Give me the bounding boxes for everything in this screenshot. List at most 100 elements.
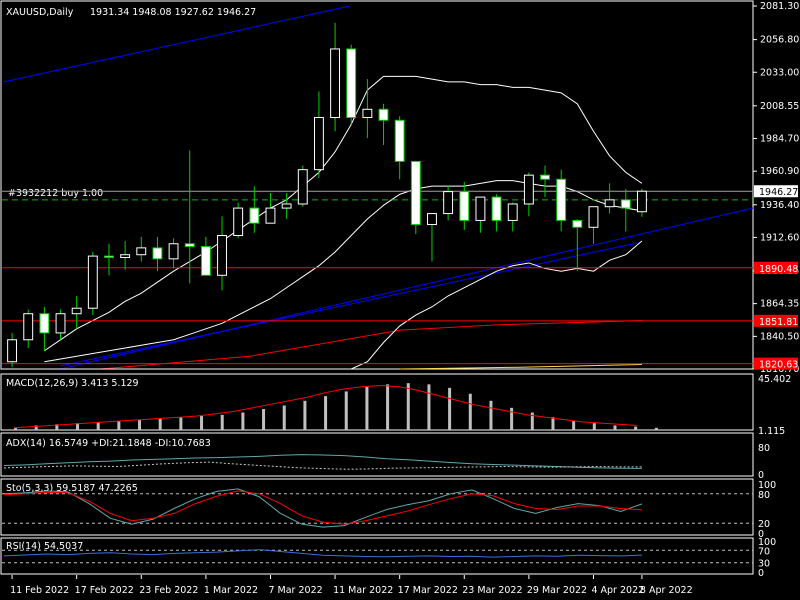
candle-body — [200, 245, 211, 276]
candle-body — [443, 191, 454, 215]
candle-body — [475, 196, 486, 221]
candle-body — [87, 255, 98, 309]
macd-histogram-bar — [241, 412, 245, 430]
macd-title: MACD(12,26,9) 3.413 5.129 — [6, 378, 139, 389]
price-tick-label: 2008.55 — [760, 101, 799, 112]
candle-body — [523, 174, 534, 205]
macd-histogram-bar — [406, 383, 410, 430]
candle-body — [23, 313, 34, 341]
macd-histogram-bar — [200, 416, 204, 430]
candle-body — [556, 178, 567, 221]
candle-body — [120, 254, 131, 258]
adx-scale-label: 80 — [758, 443, 770, 454]
candle-body — [313, 117, 324, 171]
position-label: #3932212 buy 1.00 — [8, 188, 103, 199]
macd-histogram-bar — [282, 405, 286, 430]
macd-histogram-bar — [572, 420, 576, 430]
trading-chart[interactable]: XAUUSD,Daily 1931.34 1948.08 1927.62 194… — [0, 0, 800, 600]
symbol-title: XAUUSD,Daily — [6, 7, 74, 18]
candle-body — [152, 247, 163, 260]
macd-histogram-bar — [158, 418, 162, 430]
candle-body — [39, 313, 50, 334]
date-tick-label: 17 Mar 2022 — [398, 585, 458, 596]
macd-histogram-bar — [117, 420, 121, 430]
rsi-panel[interactable] — [0, 537, 754, 575]
macd-histogram-bar — [427, 384, 431, 430]
macd-histogram-bar — [634, 426, 638, 430]
rsi-scale-label: 70 — [758, 546, 770, 557]
candle-body — [636, 190, 647, 213]
candle-body — [265, 207, 276, 224]
price-tick-label: 2056.80 — [760, 35, 799, 46]
candle-body — [572, 219, 583, 228]
candle-body — [540, 174, 550, 180]
macd-histogram-bar — [303, 400, 307, 430]
date-tick-label: 23 Mar 2022 — [462, 585, 522, 596]
candle-body — [427, 213, 437, 226]
date-tick-label: 17 Feb 2022 — [75, 585, 134, 596]
candle-body — [330, 48, 341, 119]
candle-body — [394, 119, 405, 162]
candle-body — [362, 108, 373, 119]
macd-histogram-bar — [551, 417, 555, 430]
candle-body — [281, 203, 292, 209]
candle-body — [249, 207, 260, 224]
macd-histogram-bar — [179, 417, 183, 430]
candle-body — [104, 255, 114, 258]
date-tick-label: 4 Apr 2022 — [591, 585, 644, 596]
macd-histogram-bar — [324, 396, 328, 430]
date-tick-label: 11 Mar 2022 — [333, 585, 393, 596]
macd-histogram-bar — [96, 421, 100, 430]
candle-body — [55, 313, 66, 334]
price-tick-label: 1864.35 — [760, 299, 799, 310]
current-price-label: 1946.27 — [759, 187, 798, 198]
adx-title: ADX(14) 16.5749 +DI:21.1848 -DI:10.7683 — [6, 438, 211, 449]
price-tick-label: 2033.00 — [760, 67, 799, 78]
macd-histogram-bar — [489, 400, 493, 430]
price-tick-label: 1912.60 — [760, 232, 799, 243]
date-tick-label: 7 Mar 2022 — [268, 585, 322, 596]
rsi-scale-label: 0 — [758, 568, 764, 579]
macd-scale-label: 45.402 — [758, 374, 791, 385]
candle-body — [71, 307, 82, 315]
candle-body — [184, 243, 195, 247]
price-panel[interactable] — [0, 0, 754, 370]
candle-body — [378, 108, 389, 121]
macd-histogram-bar — [448, 387, 452, 430]
reference-price-label: 1890.48 — [759, 264, 798, 275]
price-tick-label: 1840.50 — [760, 331, 799, 342]
candle-body — [168, 243, 179, 260]
date-axis: 11 Feb 2022 17 Feb 2022 23 Feb 2022 1 Mar 2… — [10, 575, 693, 596]
macd-histogram-bar — [468, 393, 472, 430]
date-tick-label: 1 Mar 2022 — [204, 585, 258, 596]
macd-histogram-bar — [220, 414, 224, 430]
date-tick-label: 11 Feb 2022 — [10, 585, 69, 596]
candle-body — [346, 48, 357, 119]
date-tick-label: 8 Apr 2022 — [640, 585, 693, 596]
candle-body — [491, 196, 502, 221]
macd-histogram-bar — [344, 391, 348, 430]
candle-body — [620, 199, 631, 209]
price-tick-label: 1984.70 — [760, 134, 799, 145]
macd-scale-label: 1.115 — [758, 426, 785, 437]
macd-histogram-bar — [386, 384, 390, 430]
reference-price-label: 1851.81 — [759, 317, 798, 328]
price-tick-label: 1960.90 — [760, 166, 799, 177]
candle-body — [7, 339, 18, 363]
macd-histogram-bar — [592, 423, 596, 430]
candle-body — [410, 160, 421, 226]
reference-price-label: 1820.63 — [759, 360, 798, 371]
candle-body — [588, 206, 599, 228]
macd-histogram-bar — [138, 419, 142, 430]
date-tick-label: 23 Feb 2022 — [139, 585, 198, 596]
date-tick-label: 29 Mar 2022 — [527, 585, 587, 596]
macd-histogram-bar — [365, 386, 369, 430]
price-tick-label: 1936.40 — [760, 200, 799, 211]
candle-body — [459, 191, 470, 221]
macd-histogram-bar — [613, 425, 617, 430]
macd-histogram-bar — [262, 409, 266, 430]
candle-body — [233, 207, 244, 237]
candle-body — [604, 199, 615, 208]
stochastic-scale-label: 80 — [758, 490, 770, 501]
candle-body — [297, 169, 308, 205]
